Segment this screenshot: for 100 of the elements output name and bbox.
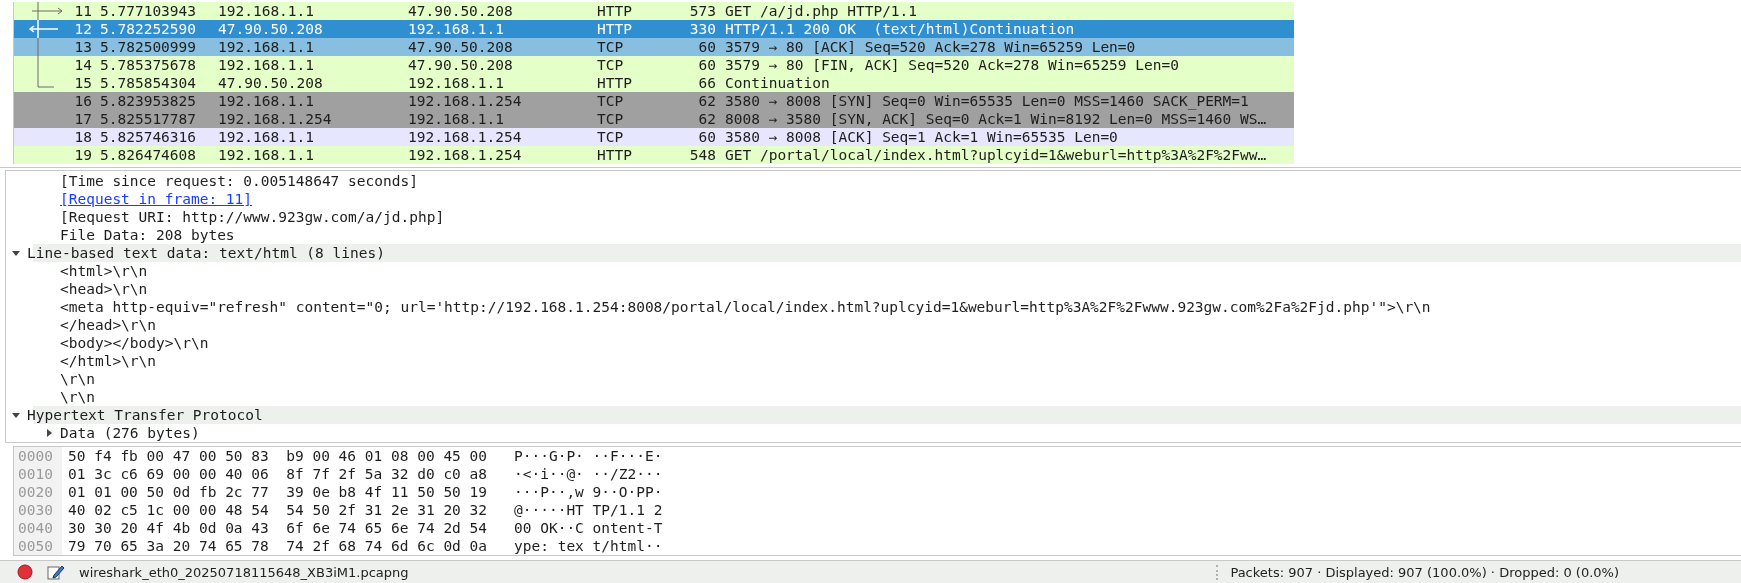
protocol-name: TCP [597,110,625,128]
destination-address: 192.168.1.1 [408,20,506,38]
detail-field: <head>\r\n [60,280,148,298]
packet-row[interactable]: 11 5.777103943 192.168.1.1 47.90.50.208 HTTP 573 GET /a/jd.php HTTP/1.1 [14,2,1294,20]
protocol-name: TCP [597,38,625,56]
packet-info: 3579 → 80 [ACK] Seq=520 Ack=278 Win=65259 Len=0 [724,38,1137,56]
caret-down-icon[interactable] [11,410,21,420]
ascii-bytes: @·····HT TP/1.1 2 [514,501,664,519]
destination-address: 192.168.1.254 [408,146,523,164]
source-address: 47.90.50.208 [218,74,324,92]
ascii-bytes: 00 OK··C ontent-T [514,519,664,537]
source-address: 192.168.1.1 [218,56,316,74]
detail-field: File Data: 208 bytes [60,226,235,244]
detail-field: [Time since request: 0.005148647 seconds] [60,172,418,190]
source-address: 192.168.1.1 [218,92,316,110]
packet-row[interactable]: 18 5.825746316 192.168.1.1 192.168.1.254 TCP 60 3580 → 8008 [ACK] Seq=1 Ack=1 Win=65535 Len=0 [14,128,1294,146]
destination-address: 47.90.50.208 [408,38,514,56]
source-address: 192.168.1.1 [218,128,316,146]
byte-offset: 0020 [17,483,54,501]
source-address: 192.168.1.1 [218,2,316,20]
packet-length: 60 [697,128,716,146]
caret-down-icon[interactable] [11,248,21,258]
hex-bytes: 40 02 c5 1c 00 00 48 54 54 50 2f 31 2e 31 20 32 [68,501,489,519]
byte-offset: 0030 [17,501,54,519]
ascii-bytes: ype: tex t/html·· [514,537,664,555]
capture-file-name: wireshark_eth0_20250718115648_XB3iM1.pcapng [79,564,409,580]
packet-counts: Packets: 907 · Displayed: 907 (100.0%) · Dropped: 0 (0.0%) [1216,564,1619,580]
packet-number: 18 [73,128,92,146]
hex-bytes: 01 01 00 50 0d fb 2c 77 39 0e b8 4f 11 50 50 19 [68,483,489,501]
packet-row[interactable]: 16 5.823953825 192.168.1.1 192.168.1.254 TCP 62 3580 → 8008 [SYN] Seq=0 Win=65535 Len=0 MSS=1460 SACK_PERM=1 [14,92,1294,110]
protocol-header[interactable]: Hypertext Transfer Protocol [27,406,263,424]
packet-row[interactable]: 14 5.785375678 192.168.1.1 47.90.50.208 TCP 60 3579 → 80 [FIN, ACK] Seq=520 Ack=278 Win=65259 Len=0 [14,56,1294,74]
protocol-name: HTTP [597,20,633,38]
ascii-bytes: ···P··,w 9··O·PP· [514,483,664,501]
packet-time: 5.782252590 [99,20,198,38]
packet-time: 5.785375678 [99,56,198,74]
protocol-name: HTTP [597,146,633,164]
protocol-header[interactable]: Line-based text data: text/html (8 lines) [27,244,385,262]
packet-info: GET /a/jd.php HTTP/1.1 [724,2,919,20]
packet-length: 66 [697,74,716,92]
packet-time: 5.777103943 [99,2,198,20]
detail-field: <body></body>\r\n [60,334,209,352]
detail-field: \r\n [60,388,95,406]
packet-number: 13 [73,38,92,56]
detail-field: <meta http-equiv="refresh" content="0; url='http://192.168.1.254:8008/portal/local/index.html?uplcyid=1&weburl=http%3A%2F%2Fwww.923gw.com%2Fa%2Fjd.php'">\r\n [60,298,1431,316]
source-address: 47.90.50.208 [218,20,324,38]
packet-info: 3580 → 8008 [SYN] Seq=0 Win=65535 Len=0 MSS=1460 SACK_PERM=1 [724,92,1250,110]
packet-row[interactable]: 12 5.782252590 47.90.50.208 192.168.1.1 HTTP 330 HTTP/1.1 200 OK (text/html)Continuation [14,20,1294,38]
packet-row[interactable]: 17 5.825517787 192.168.1.254 192.168.1.1 TCP 62 8008 → 3580 [SYN, ACK] Seq=0 Ack=1 Win=8192 Len=0 MSS=1460 WS… [14,110,1294,128]
byte-offset: 0040 [17,519,54,537]
packet-info: Continuation [724,74,831,92]
ascii-bytes: ·<·i··@· ··/Z2··· [514,465,664,483]
packet-row[interactable]: 15 5.785854304 47.90.50.208 192.168.1.1 HTTP 66 Continuation [14,74,1294,92]
packet-info: 8008 → 3580 [SYN, ACK] Seq=0 Ack=1 Win=8192 Len=0 MSS=1460 WS… [724,110,1268,128]
circle-icon[interactable] [17,564,33,580]
packet-length: 62 [697,92,716,110]
hex-bytes: 79 70 65 3a 20 74 65 78 74 2f 68 74 6d 6c 0d 0a [68,537,489,555]
byte-offset: 0010 [17,465,54,483]
packet-length: 60 [697,56,716,74]
packet-row[interactable]: 13 5.782500999 192.168.1.1 47.90.50.208 TCP 60 3579 → 80 [ACK] Seq=520 Ack=278 Win=65259 Len=0 [14,38,1294,56]
packet-number: 12 [73,20,92,38]
detail-field: </html>\r\n [60,352,157,370]
packet-number: 19 [73,146,92,164]
source-address: 192.168.1.254 [218,110,333,128]
hex-bytes: 50 f4 fb 00 47 00 50 83 b9 00 46 01 08 00 45 00 [68,447,489,465]
hex-bytes: 01 3c c6 69 00 00 40 06 8f 7f 2f 5a 32 d0 c0 a8 [68,465,489,483]
detail-field: </head>\r\n [60,316,157,334]
byte-offset: 0000 [17,447,54,465]
packet-number: 14 [73,56,92,74]
destination-address: 192.168.1.254 [408,128,523,146]
packet-length: 60 [697,38,716,56]
destination-address: 47.90.50.208 [408,56,514,74]
detail-field: Data (276 bytes) [60,424,200,442]
protocol-name: HTTP [597,74,633,92]
packet-length: 62 [697,110,716,128]
packet-time: 5.785854304 [99,74,198,92]
detail-field: [Request URI: http://www.923gw.com/a/jd.php] [60,208,445,226]
caret-right-icon[interactable] [44,428,54,438]
packet-time: 5.823953825 [99,92,198,110]
packet-number: 11 [73,2,92,20]
packet-time: 5.782500999 [99,38,198,56]
packet-row[interactable]: 19 5.826474608 192.168.1.1 192.168.1.254 HTTP 548 GET /portal/local/index.html?uplcyid=1&weburl=http%3A%2F%2Fww… [14,146,1294,164]
packet-length: 330 [688,20,716,38]
destination-address: 192.168.1.1 [408,110,506,128]
detail-field: \r\n [60,370,95,388]
hex-bytes: 30 30 20 4f 4b 0d 0a 43 6f 6e 74 65 6e 74 2d 54 [68,519,489,537]
packet-number: 16 [73,92,92,110]
destination-address: 47.90.50.208 [408,2,514,20]
source-address: 192.168.1.1 [218,146,316,164]
packet-time: 5.825517787 [99,110,198,128]
protocol-name: TCP [597,92,625,110]
packet-time: 5.825746316 [99,128,198,146]
packet-number: 15 [73,74,92,92]
edit-icon[interactable] [47,564,65,580]
packet-info: 3580 → 8008 [ACK] Seq=1 Ack=1 Win=65535 Len=0 [724,128,1119,146]
packet-info: GET /portal/local/index.html?uplcyid=1&weburl=http%3A%2F%2Fww… [724,146,1268,164]
protocol-name: HTTP [597,2,633,20]
frame-link[interactable]: [Request in frame: 11] [60,190,253,208]
ascii-bytes: P···G·P· ··F···E· [514,447,664,465]
destination-address: 192.168.1.1 [408,74,506,92]
